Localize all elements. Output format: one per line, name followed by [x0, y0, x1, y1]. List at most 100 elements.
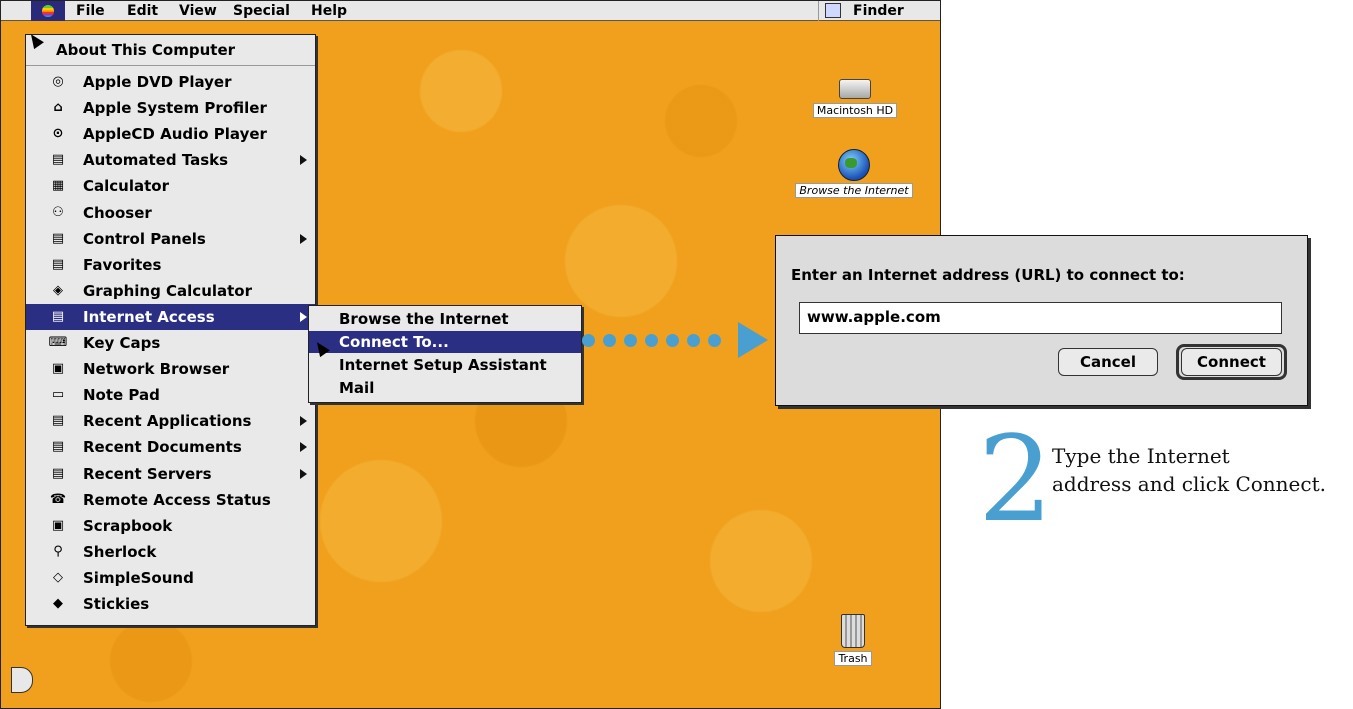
- browse-internet-label: Browse the Internet: [795, 183, 913, 198]
- cancel-button[interactable]: Cancel: [1058, 348, 1158, 376]
- menu-item-label: Sherlock: [83, 542, 157, 561]
- arrowhead-icon: [738, 322, 768, 358]
- menu-file[interactable]: File: [76, 2, 105, 20]
- dvd-icon: ◎: [52, 74, 64, 89]
- menu-item-chooser[interactable]: ⚇ Chooser: [26, 200, 315, 226]
- folder-icon: ▤: [51, 413, 65, 429]
- menu-item-label: Recent Documents: [83, 438, 242, 457]
- graphing-icon: ◈: [53, 282, 63, 298]
- folder-icon: ▤: [51, 439, 65, 455]
- menu-item-label: SimpleSound: [83, 568, 194, 587]
- arrow-dot: [708, 334, 721, 347]
- menu-item-remote-access-status[interactable]: ☎ Remote Access Status: [26, 487, 315, 513]
- arrow-dot: [582, 334, 595, 347]
- menu-item-label: AppleCD Audio Player: [83, 125, 267, 144]
- submenu-item-connect-to[interactable]: Connect To...: [309, 331, 581, 353]
- globe-icon: [838, 149, 870, 181]
- menu-separator: [26, 65, 315, 66]
- menu-item-applecd-audio-player[interactable]: ⊙ AppleCD Audio Player: [26, 121, 315, 147]
- instruction-caption: Type the Internet address and click Conn…: [1052, 442, 1352, 498]
- connect-button[interactable]: Connect: [1181, 348, 1282, 376]
- menu-item-network-browser[interactable]: ▣ Network Browser: [26, 356, 315, 382]
- arrow-dot: [603, 334, 616, 347]
- menu-item-note-pad[interactable]: ▭ Note Pad: [26, 382, 315, 408]
- submenu-arrow-icon: [300, 233, 307, 244]
- menu-special[interactable]: Special: [233, 2, 290, 20]
- chooser-icon: ⚇: [52, 204, 64, 220]
- arrow-dot: [666, 334, 679, 347]
- menu-item-label: Internet Access: [83, 307, 215, 326]
- menu-view[interactable]: View: [179, 2, 217, 20]
- menu-item-label: Scrapbook: [83, 516, 173, 535]
- menu-item-recent-documents[interactable]: ▤ Recent Documents: [26, 434, 315, 460]
- menu-item-control-panels[interactable]: ▤ Control Panels: [26, 226, 315, 252]
- menu-item-label: Network Browser: [83, 360, 230, 379]
- menu-item-scrapbook[interactable]: ▣ Scrapbook: [26, 513, 315, 539]
- menu-item-label: Automated Tasks: [83, 151, 229, 170]
- menu-item-automated-tasks[interactable]: ▤ Automated Tasks: [26, 147, 315, 173]
- apple-logo-icon: [42, 5, 54, 17]
- menu-item-internet-access[interactable]: ▤ Internet Access: [26, 303, 315, 330]
- keycaps-icon: ⌨: [48, 335, 68, 350]
- menu-item-apple-system-profiler[interactable]: ⌂ Apple System Profiler: [26, 95, 315, 121]
- application-menu-finder[interactable]: Finder: [818, 1, 904, 21]
- submenu-item-mail[interactable]: Mail: [309, 377, 581, 399]
- scrapbook-icon: ▣: [51, 517, 65, 533]
- cd-player-icon: ⊙: [52, 126, 64, 142]
- menu-item-label: Favorites: [83, 255, 162, 274]
- apple-menu-button[interactable]: [31, 1, 65, 21]
- control-strip-tab[interactable]: [11, 667, 33, 693]
- menu-item-label: Control Panels: [83, 229, 206, 248]
- menu-item-graphing-calculator[interactable]: ◈ Graphing Calculator: [26, 278, 315, 304]
- remote-access-icon: ☎: [49, 491, 67, 507]
- macintosh-hd-label: Macintosh HD: [812, 103, 898, 118]
- submenu-item-internet-setup-assistant[interactable]: Internet Setup Assistant: [309, 354, 581, 376]
- menu-item-recent-servers[interactable]: ▤ Recent Servers: [26, 461, 315, 487]
- menu-item-key-caps[interactable]: ⌨ Key Caps: [26, 330, 315, 356]
- submenu-item-browse-internet[interactable]: Browse the Internet: [309, 308, 581, 330]
- macintosh-hd-icon[interactable]: Macintosh HD: [804, 79, 906, 118]
- menu-item-favorites[interactable]: ▤ Favorites: [26, 252, 315, 278]
- sherlock-icon: ⚲: [53, 543, 63, 559]
- step-number: 2: [978, 410, 1054, 548]
- menu-item-sherlock[interactable]: ⚲ Sherlock: [26, 539, 315, 565]
- menu-item-label: Chooser: [83, 203, 152, 222]
- trash-desktop-icon[interactable]: Trash: [827, 614, 879, 666]
- menu-item-simplesound[interactable]: ◇ SimpleSound: [26, 565, 315, 591]
- submenu-arrow-icon: [300, 468, 307, 479]
- menu-item-recent-applications[interactable]: ▤ Recent Applications: [26, 408, 315, 434]
- url-input[interactable]: www.apple.com: [799, 302, 1282, 334]
- network-icon: ▣: [51, 361, 65, 377]
- instruction-line-2: address and click Connect.: [1052, 472, 1326, 496]
- menu-item-about[interactable]: About This Computer: [26, 37, 315, 63]
- menu-item-label: Calculator: [83, 177, 169, 196]
- menu-item-apple-dvd-player[interactable]: ◎ Apple DVD Player: [26, 69, 315, 95]
- menu-edit[interactable]: Edit: [127, 2, 158, 20]
- arrow-dot: [624, 334, 637, 347]
- instruction-line-1: Type the Internet: [1052, 444, 1230, 468]
- submenu-arrow-icon: [300, 442, 307, 453]
- folder-icon: ▤: [51, 308, 65, 324]
- menu-bar: File Edit View Special Help Finder: [1, 1, 940, 21]
- profiler-icon: ⌂: [53, 100, 63, 116]
- folder-icon: ▤: [51, 152, 65, 168]
- sound-icon: ◇: [53, 569, 63, 585]
- folder-icon: ▤: [51, 230, 65, 246]
- menu-item-label: Stickies: [83, 595, 150, 613]
- internet-access-submenu: Browse the Internet Connect To... Intern…: [308, 305, 582, 403]
- apple-menu: About This Computer ◎ Apple DVD Player ⌂ Ap…: [25, 34, 316, 626]
- dialog-prompt: Enter an Internet address (URL) to conne…: [791, 266, 1185, 284]
- menu-item-label: Remote Access Status: [83, 490, 271, 509]
- trash-label: Trash: [834, 651, 872, 666]
- menu-item-label: Recent Servers: [83, 464, 212, 483]
- trash-icon: [841, 614, 865, 648]
- menu-item-calculator[interactable]: ▦ Calculator: [26, 173, 315, 199]
- menu-item-label: Graphing Calculator: [83, 281, 253, 300]
- menu-item-stickies[interactable]: ◆ Stickies: [26, 591, 315, 617]
- calculator-icon: ▦: [51, 178, 65, 194]
- menu-item-label: Apple System Profiler: [83, 99, 267, 118]
- menu-help[interactable]: Help: [311, 2, 347, 20]
- submenu-arrow-icon: [300, 311, 307, 322]
- browse-internet-desktop-icon[interactable]: Browse the Internet: [779, 149, 929, 198]
- connect-to-dialog: Enter an Internet address (URL) to conne…: [775, 235, 1308, 406]
